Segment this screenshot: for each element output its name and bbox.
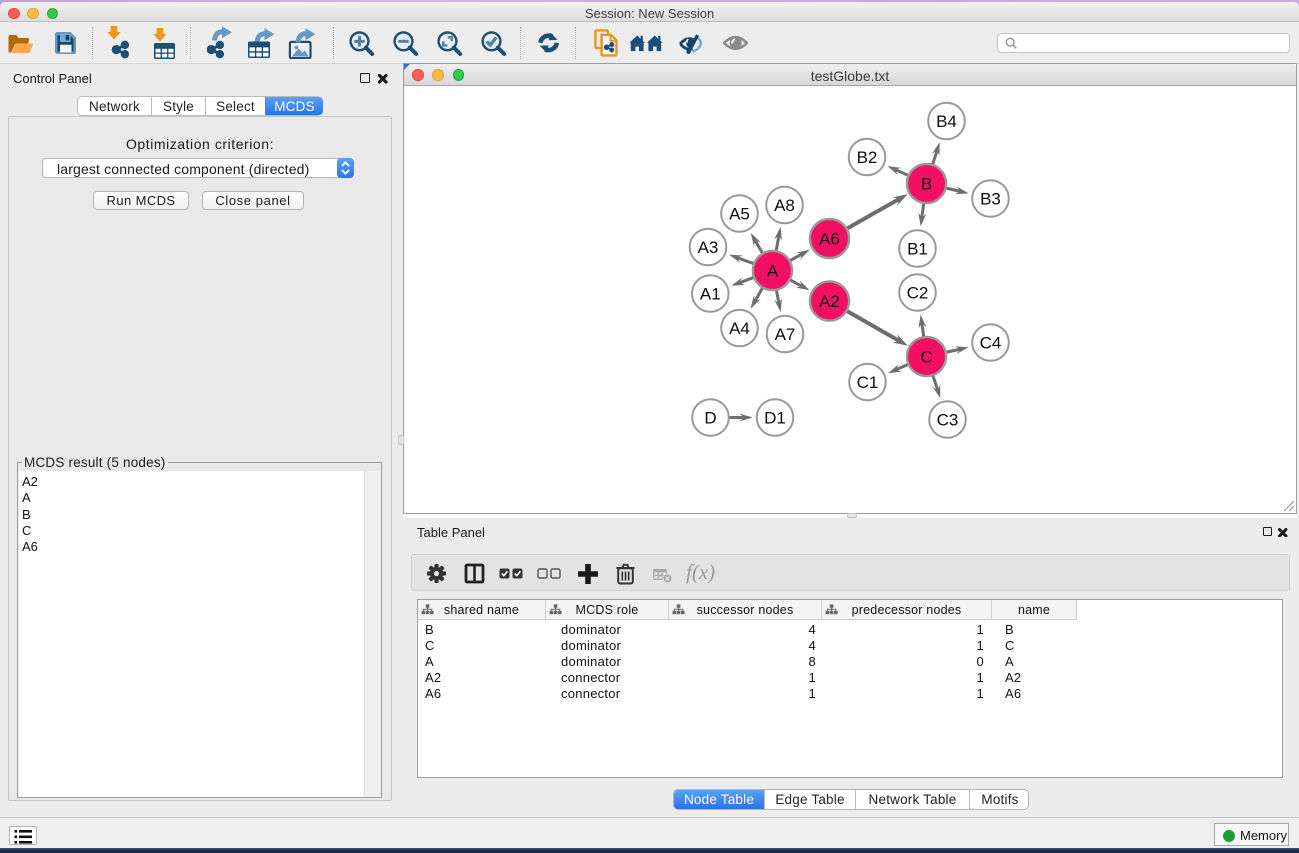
svg-text:C2: C2 [907,284,929,303]
svg-text:B2: B2 [857,148,878,167]
svg-text:D: D [704,409,716,428]
svg-text:A5: A5 [729,205,750,224]
svg-text:C: C [920,348,932,367]
svg-text:A1: A1 [700,285,721,304]
svg-text:A4: A4 [729,319,750,338]
svg-text:C3: C3 [937,411,959,430]
svg-text:A: A [767,262,779,281]
svg-text:A3: A3 [698,238,719,257]
svg-text:A8: A8 [774,196,795,215]
svg-text:A7: A7 [775,325,796,344]
svg-text:A2: A2 [819,292,840,311]
svg-text:A6: A6 [819,230,840,249]
svg-text:B3: B3 [980,190,1001,209]
svg-text:B: B [921,175,932,194]
svg-text:B1: B1 [907,240,928,259]
svg-text:B4: B4 [936,112,957,131]
svg-text:D1: D1 [764,409,786,428]
svg-text:C1: C1 [857,373,879,392]
svg-text:C4: C4 [980,334,1002,353]
